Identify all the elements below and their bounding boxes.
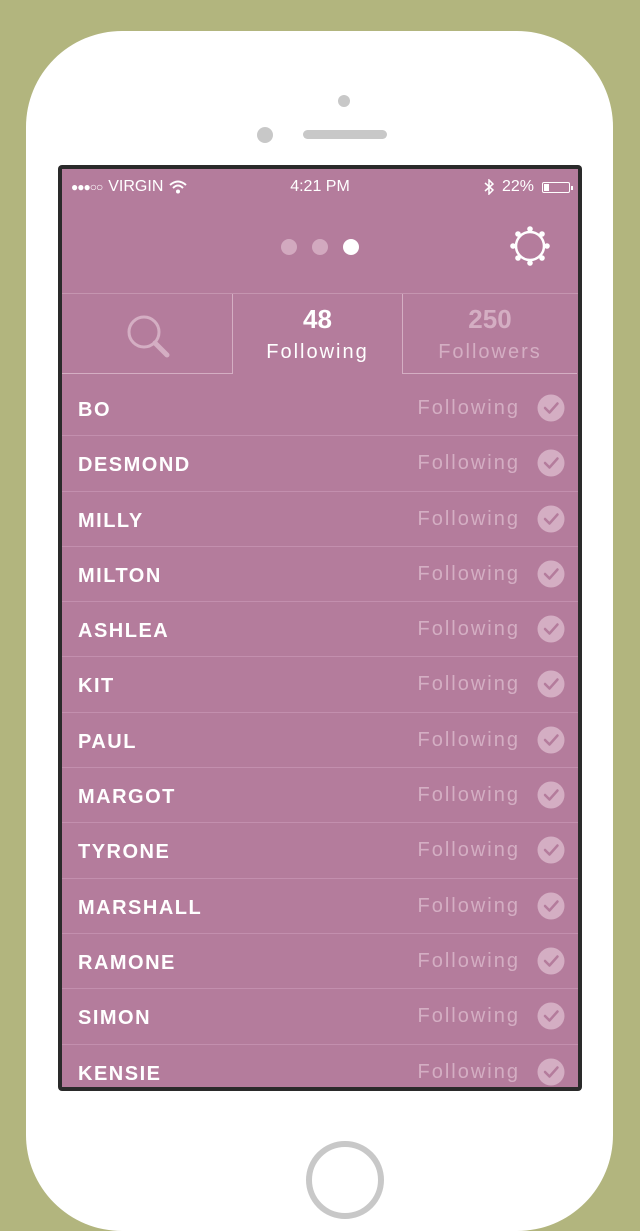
list-item[interactable]: SIMON Following [62, 989, 578, 1045]
following-list: BO Following DESMOND Following MILLY Followin… [62, 381, 578, 1087]
check-circle-icon[interactable] [537, 1002, 565, 1030]
check-circle-icon[interactable] [537, 892, 565, 920]
check-circle-icon[interactable] [537, 947, 565, 975]
check-circle-icon[interactable] [537, 1058, 565, 1086]
follow-status[interactable]: Following [418, 563, 520, 586]
page-dot[interactable] [281, 239, 297, 255]
check-circle-icon[interactable] [537, 394, 565, 422]
user-name: TYRONE [78, 841, 171, 864]
user-name: DESMOND [78, 454, 191, 477]
proximity-sensor [257, 127, 273, 143]
page-dot[interactable] [343, 239, 359, 255]
follow-status[interactable]: Following [418, 673, 520, 696]
tab-search[interactable] [62, 294, 232, 374]
battery-level [544, 183, 550, 191]
user-name: RAMONE [78, 951, 176, 974]
list-item[interactable]: RAMONE Following [62, 934, 578, 990]
follow-status[interactable]: Following [418, 784, 520, 807]
list-item[interactable]: ASHLEA Following [62, 602, 578, 658]
list-item[interactable]: MARGOT Following [62, 768, 578, 824]
following-count: 48 [303, 304, 332, 334]
user-name: MILTON [78, 564, 162, 587]
user-name: MILLY [78, 509, 144, 532]
user-name: SIMON [78, 1007, 152, 1030]
front-camera [338, 95, 350, 107]
check-circle-icon[interactable] [537, 670, 565, 698]
follow-status[interactable]: Following [418, 618, 520, 641]
battery-percent: 22% [501, 178, 534, 195]
list-item[interactable]: MILLY Following [62, 492, 578, 547]
bluetooth-icon [484, 179, 494, 195]
check-circle-icon[interactable] [537, 836, 565, 864]
follow-status[interactable]: Following [418, 950, 520, 973]
follow-status[interactable]: Following [418, 1061, 520, 1084]
user-name: BO [78, 399, 111, 421]
follow-status[interactable]: Following [418, 839, 520, 862]
tab-followers[interactable]: 250 Followers [403, 294, 577, 374]
page-dot[interactable] [312, 239, 328, 255]
earpiece-speaker [303, 130, 387, 139]
settings-icon[interactable] [508, 224, 552, 268]
check-circle-icon[interactable] [537, 726, 565, 754]
search-icon[interactable] [126, 314, 172, 360]
check-circle-icon[interactable] [537, 781, 565, 809]
list-item[interactable]: KIT Following [62, 657, 578, 713]
check-circle-icon[interactable] [537, 449, 565, 477]
list-item[interactable]: MILTON Following [62, 547, 578, 603]
followers-count: 250 [468, 304, 512, 334]
list-item[interactable]: DESMOND Following [62, 436, 578, 492]
phone-screen: ●●●○○ VIRGIN 4:21 PM 22% 48 Following 25… [58, 165, 582, 1091]
list-item[interactable]: TYRONE Following [62, 823, 578, 879]
list-item[interactable]: PAUL Following [62, 713, 578, 769]
check-circle-icon[interactable] [537, 615, 565, 643]
follow-status[interactable]: Following [418, 895, 520, 918]
tab-bar: 48 Following 250 Followers [62, 293, 578, 375]
check-circle-icon[interactable] [537, 505, 565, 533]
follow-status[interactable]: Following [418, 729, 520, 752]
user-name: PAUL [78, 730, 137, 753]
check-circle-icon[interactable] [537, 560, 565, 588]
app-screen: ●●●○○ VIRGIN 4:21 PM 22% 48 Following 25… [62, 169, 578, 1087]
status-right: 22% [484, 178, 573, 196]
tab-following[interactable]: 48 Following [232, 294, 403, 374]
following-label: Following [266, 341, 369, 363]
user-name: KIT [78, 675, 115, 698]
follow-status[interactable]: Following [418, 397, 520, 420]
home-button[interactable] [306, 1141, 384, 1219]
battery-icon [542, 181, 573, 193]
user-name: MARSHALL [78, 896, 203, 919]
user-name: MARGOT [78, 786, 176, 809]
page-indicator [62, 239, 578, 255]
user-name: KENSIE [78, 1062, 162, 1085]
status-bar: ●●●○○ VIRGIN 4:21 PM 22% [62, 169, 578, 205]
list-item[interactable]: BO Following [62, 381, 578, 437]
follow-status[interactable]: Following [418, 508, 520, 531]
follow-status[interactable]: Following [418, 452, 520, 475]
list-item[interactable]: MARSHALL Following [62, 879, 578, 934]
list-item[interactable]: KENSIE Following [62, 1045, 578, 1087]
followers-label: Followers [438, 341, 542, 363]
follow-status[interactable]: Following [418, 1005, 520, 1028]
user-name: ASHLEA [78, 620, 170, 643]
